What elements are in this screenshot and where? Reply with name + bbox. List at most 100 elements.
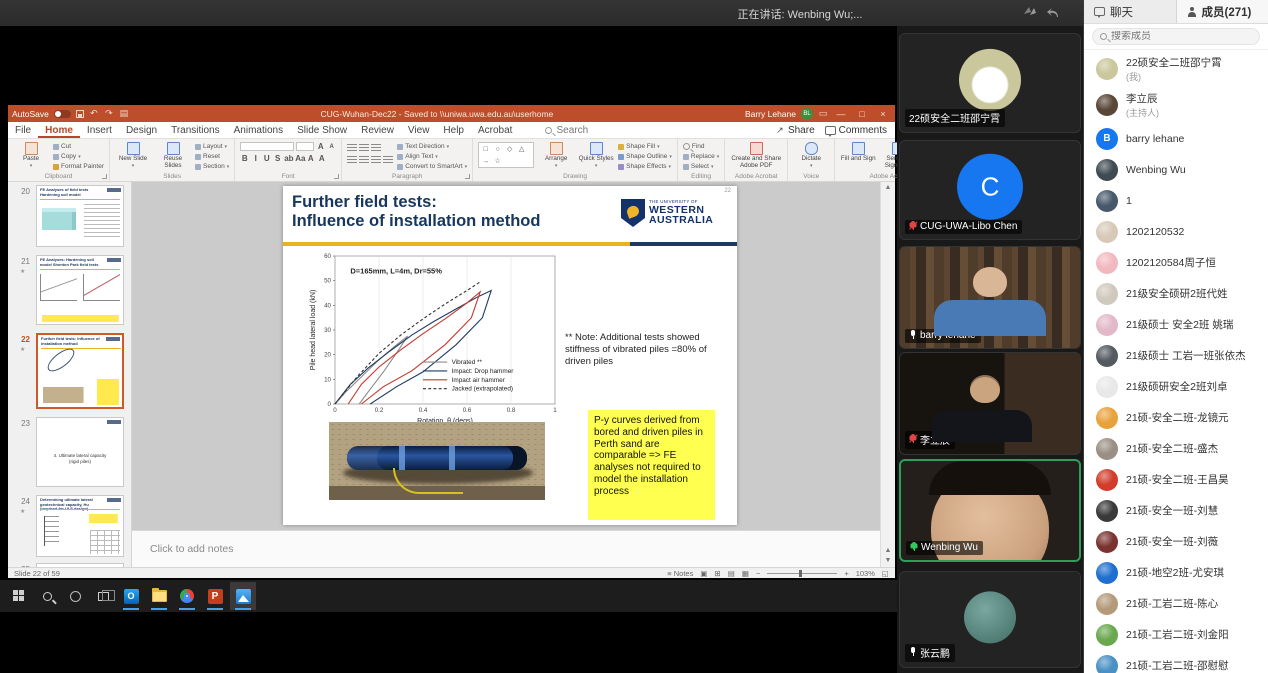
tab-design[interactable]: Design	[119, 122, 164, 138]
next-slide-icon[interactable]: ▼	[885, 557, 892, 564]
outlook-icon[interactable]: O	[118, 582, 144, 610]
minimize-button[interactable]: —	[833, 109, 849, 119]
member-row[interactable]: 21级硕士 工岩一班张依杰	[1084, 340, 1268, 371]
select-button[interactable]: Select ▾	[683, 162, 719, 171]
shape-icon-1[interactable]: ○	[492, 144, 503, 155]
text-direction-button[interactable]: Text Direction ▾	[397, 142, 467, 151]
convert-smartart-button[interactable]: Convert to SmartArt ▾	[397, 162, 467, 171]
video-tile-1[interactable]: 22硕安全二班邵宁霄	[899, 33, 1081, 133]
align-center-icon[interactable]	[359, 156, 369, 164]
tab-home[interactable]: Home	[38, 122, 80, 138]
dictate-button[interactable]: Dictate▾	[793, 142, 829, 169]
shape-effects-button[interactable]: Shape Effects ▾	[618, 162, 672, 171]
start-icon[interactable]	[6, 582, 32, 610]
replace-button[interactable]: Replace ▾	[683, 152, 719, 161]
new-slide-button[interactable]: New Slide▾	[115, 142, 151, 169]
font-style-icon-0[interactable]: B	[240, 154, 249, 163]
member-row[interactable]: 1202120532	[1084, 216, 1268, 247]
member-row[interactable]: 21级硕研安全2班刘卓	[1084, 371, 1268, 402]
font-style-icon-3[interactable]: S	[273, 154, 282, 163]
zoom-level[interactable]: 103%	[856, 569, 875, 578]
video-tile-5[interactable]: Wenbing Wu	[899, 459, 1081, 562]
font-style-icon-1[interactable]: I	[251, 154, 260, 163]
member-row[interactable]: 21硕-工岩二班-陈心	[1084, 588, 1268, 619]
search-icon[interactable]	[34, 582, 60, 610]
zoom-in-icon[interactable]: +	[844, 569, 848, 578]
shape-gallery[interactable]: □○◇△→☆	[478, 142, 534, 168]
member-row[interactable]: 1	[1084, 185, 1268, 216]
shape-icon-0[interactable]: □	[480, 144, 491, 155]
slideshow-icon[interactable]: ▦	[742, 569, 749, 578]
member-row[interactable]: 21硕-安全二班-盛杰	[1084, 433, 1268, 464]
font-style-icon-4[interactable]: ab	[284, 154, 293, 163]
member-row[interactable]: 21硕-工岩二班-刘金阳	[1084, 619, 1268, 650]
tab-animations[interactable]: Animations	[227, 122, 290, 138]
member-row[interactable]: 21硕-安全一班-刘慧	[1084, 495, 1268, 526]
reading-view-icon[interactable]: ▤	[728, 569, 735, 578]
tab-acrobat[interactable]: Acrobat	[471, 122, 519, 138]
dialog-launcher-icon[interactable]	[102, 174, 107, 179]
dialog-launcher-icon[interactable]	[334, 174, 339, 179]
close-button[interactable]: ×	[875, 109, 891, 119]
reset-button[interactable]: Reset	[195, 152, 229, 161]
member-search-input[interactable]	[1111, 31, 1231, 42]
ribbon-options-icon[interactable]: ▭	[818, 109, 828, 119]
tab-chat[interactable]: 聊天	[1084, 0, 1176, 23]
member-row[interactable]: Wenbing Wu	[1084, 154, 1268, 185]
scroll-up-icon[interactable]: ▲	[881, 184, 895, 191]
undo-icon[interactable]: ↶	[89, 109, 99, 119]
annotation-tools-icon[interactable]	[1022, 4, 1039, 21]
font-style-icon-2[interactable]: U	[262, 154, 271, 163]
font-style-icon-6[interactable]: A	[306, 154, 315, 163]
reuse-slides-button[interactable]: Reuse Slides	[155, 142, 191, 170]
tab-transitions[interactable]: Transitions	[164, 122, 227, 138]
member-row[interactable]: 21级硕士 安全2班 姚瑞	[1084, 309, 1268, 340]
powerpoint-icon[interactable]: P	[202, 582, 228, 610]
photos-icon[interactable]	[230, 582, 256, 610]
tab-file[interactable]: File	[8, 122, 38, 138]
section-button[interactable]: Section ▾	[195, 162, 229, 171]
tab-members[interactable]: 成员(271)	[1177, 0, 1268, 23]
tab-slide-show[interactable]: Slide Show	[290, 122, 354, 138]
fill-sign-button[interactable]: Fill and Sign	[840, 142, 876, 163]
member-row[interactable]: 21级安全硕研2班代姓	[1084, 278, 1268, 309]
font-name-select[interactable]	[240, 142, 294, 151]
align-right-icon[interactable]	[371, 156, 381, 164]
font-style-icon-5[interactable]: Aa	[295, 154, 304, 163]
slide-thumbnail-22[interactable]: Further field tests: Influence of instal…	[36, 333, 124, 409]
member-row[interactable]: 21硕-安全二班-王昌昊	[1084, 464, 1268, 495]
tab-help[interactable]: Help	[436, 122, 471, 138]
video-tile-2[interactable]: CCUG-UWA-Libo Chen	[899, 140, 1081, 240]
format-painter-button[interactable]: Format Painter	[53, 162, 104, 171]
ribbon-search[interactable]: Search	[545, 125, 588, 136]
autosave-toggle[interactable]	[54, 110, 71, 118]
member-row[interactable]: 21硕-安全二班-龙镜元	[1084, 402, 1268, 433]
video-tile-4[interactable]: 李立辰	[899, 352, 1081, 455]
member-row[interactable]: 22硕安全二班邵宁霄(我)	[1084, 51, 1268, 87]
zoom-slider[interactable]	[767, 573, 837, 574]
shape-icon-3[interactable]: △	[516, 144, 527, 155]
member-row[interactable]: 21硕-安全一班-刘薇	[1084, 526, 1268, 557]
slide-sorter-icon[interactable]: ⊞	[714, 569, 720, 578]
decrease-font-icon[interactable]: A	[327, 144, 336, 150]
indent-icon[interactable]	[371, 144, 381, 152]
tab-view[interactable]: View	[401, 122, 437, 138]
cut-button[interactable]: Cut	[53, 142, 104, 151]
create-share-pdf-button[interactable]: Create and Share Adobe PDF	[730, 142, 782, 170]
increase-font-icon[interactable]: A	[316, 142, 325, 151]
video-tile-3[interactable]: barry lehane	[899, 246, 1081, 349]
member-row[interactable]: 1202120584周子恒	[1084, 247, 1268, 278]
chrome-icon[interactable]	[174, 582, 200, 610]
arrange-button[interactable]: Arrange▾	[538, 142, 574, 169]
task-view-icon[interactable]	[90, 582, 116, 610]
restore-button[interactable]: □	[854, 109, 870, 119]
undo-arrow-icon[interactable]	[1045, 4, 1062, 21]
editor-scrollbar[interactable]: ▲ ▲ ▼	[880, 182, 895, 567]
member-row[interactable]: 21硕-工岩二班-邵慰慰	[1084, 650, 1268, 673]
comments-button[interactable]: Comments	[825, 125, 887, 136]
avatar[interactable]: BL	[801, 108, 813, 120]
notes-area[interactable]: Click to add notes	[132, 530, 880, 567]
find-button[interactable]: Find	[683, 142, 719, 151]
font-size-select[interactable]	[296, 142, 314, 151]
slide-canvas[interactable]: Further field tests: Influence of instal…	[283, 186, 737, 525]
